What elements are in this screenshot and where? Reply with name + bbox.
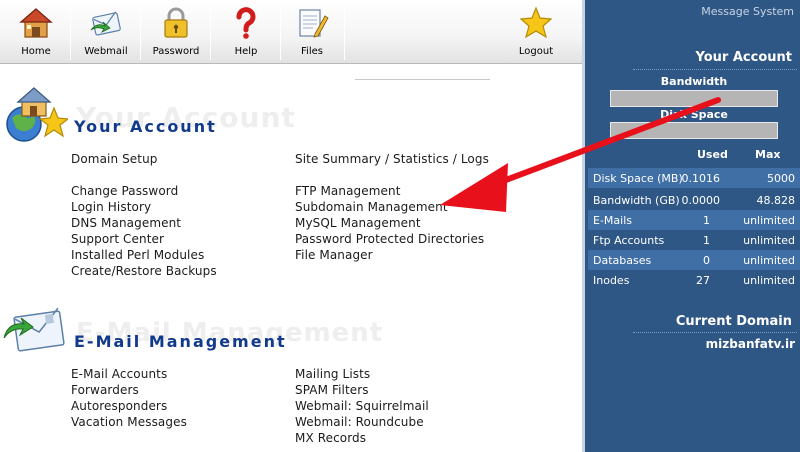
link-webmail-roundcube[interactable]: Webmail: Roundcube (295, 415, 424, 429)
files-label: Files (301, 46, 323, 57)
home-button[interactable]: Home (4, 0, 68, 64)
link-mailing-lists[interactable]: Mailing Lists (295, 367, 370, 381)
link-subdomain-management[interactable]: Subdomain Management (295, 200, 448, 214)
your-account-icon (6, 87, 68, 142)
password-label: Password (152, 46, 200, 57)
webmail-label: Webmail (84, 46, 128, 57)
divider (355, 79, 490, 80)
usage-row: E-Mails 1 unlimited (588, 210, 800, 230)
your-account-title: Your Account (74, 117, 217, 136)
link-login-history[interactable]: Login History (71, 200, 151, 214)
column-used-header: Used (697, 148, 728, 161)
link-password-protected-directories[interactable]: Password Protected Directories (295, 232, 484, 246)
link-forwarders[interactable]: Forwarders (71, 383, 139, 397)
disk-space-label: Disk Space (660, 108, 728, 121)
email-management-icon (3, 307, 65, 352)
link-support-center[interactable]: Support Center (71, 232, 164, 246)
link-webmail-squirrelmail[interactable]: Webmail: Squirrelmail (295, 399, 429, 413)
message-system-link[interactable]: Message System (701, 5, 794, 18)
top-toolbar: Home Webmail Password Help Files Logout (0, 0, 582, 64)
home-label: Home (21, 46, 51, 57)
link-site-summary[interactable]: Site Summary / Statistics / Logs (295, 152, 489, 166)
link-ftp-management[interactable]: FTP Management (295, 184, 401, 198)
link-installed-perl-modules[interactable]: Installed Perl Modules (71, 248, 204, 262)
link-create-restore-backups[interactable]: Create/Restore Backups (71, 264, 217, 278)
link-file-manager[interactable]: File Manager (295, 248, 373, 262)
webmail-icon (90, 11, 121, 36)
usage-row: Inodes 27 unlimited (593, 274, 795, 287)
link-change-password[interactable]: Change Password (71, 184, 178, 198)
current-domain-value: mizbanfatv.ir (705, 337, 795, 351)
home-icon (19, 8, 53, 38)
current-domain-heading: Current Domain (675, 314, 792, 329)
bandwidth-label: Bandwidth (660, 75, 728, 88)
star-icon (519, 6, 553, 39)
account-sidebar: Message System Your Account Bandwidth Di… (582, 0, 800, 452)
help-button[interactable]: Help (214, 0, 278, 64)
link-domain-setup[interactable]: Domain Setup (71, 152, 158, 166)
link-mx-records[interactable]: MX Records (295, 431, 366, 445)
logout-button[interactable]: Logout (500, 0, 572, 64)
link-spam-filters[interactable]: SPAM Filters (295, 383, 369, 397)
help-label: Help (234, 46, 258, 57)
link-email-accounts[interactable]: E-Mail Accounts (71, 367, 167, 381)
logout-label: Logout (518, 46, 554, 57)
sidebar-heading: Your Account (695, 50, 792, 65)
link-autoresponders[interactable]: Autoresponders (71, 399, 167, 413)
files-button[interactable]: Files (280, 0, 344, 64)
sidebar-divider (633, 332, 797, 333)
usage-row: Databases 0 unlimited (588, 250, 800, 270)
password-button[interactable]: Password (144, 0, 208, 64)
email-management-title: E-Mail Management (74, 332, 287, 351)
link-vacation-messages[interactable]: Vacation Messages (71, 415, 187, 429)
usage-row: Ftp Accounts 1 unlimited (593, 234, 795, 247)
link-dns-management[interactable]: DNS Management (71, 216, 181, 230)
disk-space-usage-bar (610, 122, 778, 139)
usage-row: Disk Space (MB) 0.1016 5000 (588, 168, 800, 188)
webmail-button[interactable]: Webmail (74, 0, 138, 64)
files-icon (299, 9, 329, 38)
column-max-header: Max (755, 148, 781, 161)
sidebar-divider (633, 69, 797, 70)
usage-row: Bandwidth (GB) 0.0000 48.828 (593, 194, 795, 207)
bandwidth-usage-bar (610, 90, 778, 107)
link-mysql-management[interactable]: MySQL Management (295, 216, 421, 230)
question-mark-icon (236, 7, 256, 39)
lock-icon (164, 7, 188, 38)
